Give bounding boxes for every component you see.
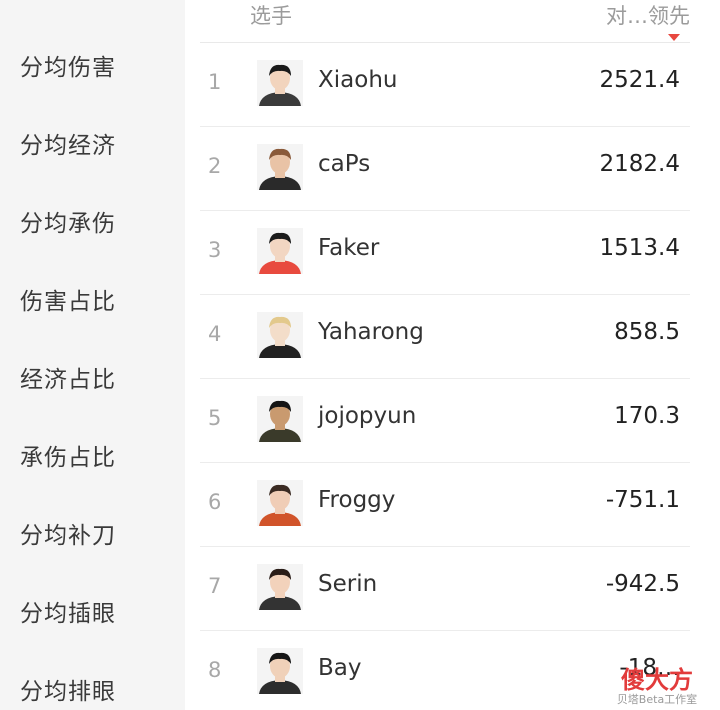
stat-value: 170.3 bbox=[614, 403, 680, 429]
sidebar-item-wards-cleared-per-min[interactable]: 分均排眼 bbox=[20, 672, 116, 706]
rank-number: 4 bbox=[208, 322, 222, 346]
sidebar-item-damage-taken-per-min[interactable]: 分均承伤 bbox=[20, 204, 116, 238]
table-row[interactable]: 2 caPs 2182.4 bbox=[200, 126, 690, 211]
rank-number: 7 bbox=[208, 574, 222, 598]
rank-number: 5 bbox=[208, 406, 222, 430]
table-row[interactable]: 7 Serin -942.5 bbox=[200, 546, 690, 631]
table-row[interactable]: 5 jojopyun 170.3 bbox=[200, 378, 690, 463]
stat-value: -751.1 bbox=[605, 487, 680, 513]
column-header-player: 选手 bbox=[250, 4, 292, 28]
ranking-table: 选手 对…领先 1 Xiaohu 2521.4 2 caPs 2182.4 3 Faker 15… bbox=[185, 0, 720, 710]
rank-number: 2 bbox=[208, 154, 222, 178]
sidebar-item-damage-taken-share[interactable]: 承伤占比 bbox=[20, 438, 116, 472]
table-row[interactable]: 6 Froggy -751.1 bbox=[200, 462, 690, 547]
column-header-stat[interactable]: 对…领先 bbox=[606, 0, 690, 30]
player-avatar bbox=[257, 648, 303, 694]
player-avatar bbox=[257, 480, 303, 526]
stat-value: 2521.4 bbox=[599, 67, 680, 93]
player-name: Yaharong bbox=[318, 319, 424, 345]
player-name: caPs bbox=[318, 151, 371, 177]
player-name: Froggy bbox=[318, 487, 396, 513]
player-avatar bbox=[257, 60, 303, 106]
sidebar-item-damage-per-min[interactable]: 分均伤害 bbox=[20, 48, 116, 82]
rank-number: 1 bbox=[208, 70, 222, 94]
sort-descending-icon[interactable] bbox=[668, 34, 680, 41]
watermark-subtitle: 贝塔Beta工作室 bbox=[616, 693, 698, 706]
sidebar-item-wards-placed-per-min[interactable]: 分均插眼 bbox=[20, 594, 116, 628]
table-row[interactable]: 1 Xiaohu 2521.4 bbox=[200, 42, 690, 127]
watermark: 傻大方 贝塔Beta工作室 bbox=[602, 667, 712, 706]
player-name: Faker bbox=[318, 235, 380, 261]
sidebar-item-gold-per-min[interactable]: 分均经济 bbox=[20, 126, 116, 160]
player-avatar bbox=[257, 228, 303, 274]
player-avatar bbox=[257, 144, 303, 190]
stat-value: 858.5 bbox=[614, 319, 680, 345]
rank-number: 6 bbox=[208, 490, 222, 514]
stat-category-sidebar: 分均伤害 分均经济 分均承伤 伤害占比 经济占比 承伤占比 分均补刀 分均插眼 … bbox=[0, 0, 185, 710]
rank-number: 8 bbox=[208, 658, 222, 682]
stats-ranking-screen: 分均伤害 分均经济 分均承伤 伤害占比 经济占比 承伤占比 分均补刀 分均插眼 … bbox=[0, 0, 720, 710]
sidebar-item-cs-per-min[interactable]: 分均补刀 bbox=[20, 516, 116, 550]
player-name: Serin bbox=[318, 571, 378, 597]
sidebar-item-damage-share[interactable]: 伤害占比 bbox=[20, 282, 116, 316]
player-avatar bbox=[257, 396, 303, 442]
player-avatar bbox=[257, 312, 303, 358]
table-row[interactable]: 3 Faker 1513.4 bbox=[200, 210, 690, 295]
stat-value: -942.5 bbox=[605, 571, 680, 597]
table-row[interactable]: 4 Yaharong 858.5 bbox=[200, 294, 690, 379]
stat-value: 1513.4 bbox=[599, 235, 680, 261]
player-name: Xiaohu bbox=[318, 67, 398, 93]
rank-number: 3 bbox=[208, 238, 222, 262]
player-avatar bbox=[257, 564, 303, 610]
stat-value: 2182.4 bbox=[599, 151, 680, 177]
player-name: jojopyun bbox=[318, 403, 417, 429]
player-name: Bay bbox=[318, 655, 362, 681]
sidebar-item-gold-share[interactable]: 经济占比 bbox=[20, 360, 116, 394]
watermark-logo: 傻大方 bbox=[621, 666, 693, 694]
